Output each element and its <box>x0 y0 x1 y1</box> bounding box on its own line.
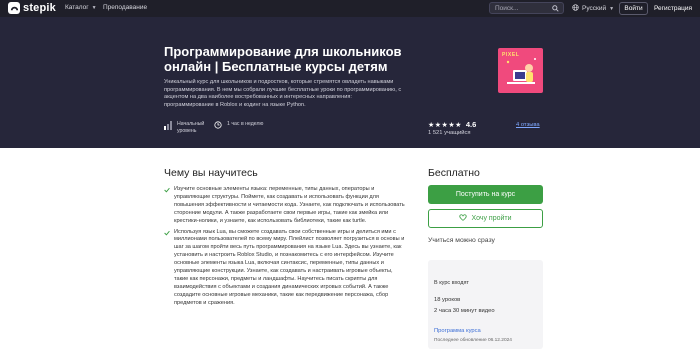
course-price: Бесплатно <box>428 167 480 179</box>
course-cover-image: PIXEL <box>498 48 543 93</box>
search-input[interactable]: Поиск... <box>489 2 564 14</box>
lessons-count: 18 уроков <box>434 297 461 303</box>
stepik-logo-icon <box>8 2 20 14</box>
globe-icon <box>572 4 579 13</box>
study-availability: Учиться можно сразу <box>428 237 495 244</box>
check-icon <box>164 230 170 240</box>
learn-item-text: Изучите основные элементы языка: перемен… <box>174 186 405 224</box>
register-button[interactable]: Регистрация <box>650 2 696 15</box>
login-button[interactable]: Войти <box>619 2 648 15</box>
course-includes-panel: В курс входят 18 уроков 2 часа 30 минут … <box>428 260 543 349</box>
course-rating: ★★★★★ 4.6 <box>428 120 476 129</box>
course-level-label: Начальный уровень <box>177 121 205 134</box>
language-selector[interactable]: Русский ▼ <box>572 4 614 13</box>
level-bars-icon <box>164 121 172 133</box>
enroll-button[interactable]: Поступить на курс <box>428 185 543 204</box>
learn-list: Изучите основные элементы языка: перемен… <box>164 186 408 311</box>
chevron-down-icon: ▼ <box>91 5 97 11</box>
learners-count: 1 521 учащийся <box>428 130 471 136</box>
chevron-down-icon: ▼ <box>609 5 615 12</box>
course-level: Начальный уровень <box>164 121 205 134</box>
check-icon <box>164 187 170 197</box>
reviews-link[interactable]: 4 отзыва <box>516 122 540 128</box>
course-hero: Программирование для школьников онлайн |… <box>0 17 700 148</box>
learn-item-text: Используя язык Lua, вы сможете создавать… <box>174 228 405 306</box>
course-program-link[interactable]: Программа курса <box>434 328 481 334</box>
video-duration: 2 часа 30 минут видео <box>434 308 495 314</box>
list-item: Используя язык Lua, вы сможете создавать… <box>164 229 408 308</box>
search-placeholder: Поиск... <box>495 4 519 12</box>
includes-title: В курс входят <box>434 280 469 286</box>
rating-value: 4.6 <box>465 120 477 129</box>
course-workload-label: 1 час в неделю <box>227 121 264 127</box>
course-title: Программирование для школьников онлайн |… <box>164 44 402 74</box>
course-description: Уникальный курс для школьников и подрост… <box>164 79 402 109</box>
course-workload: 1 час в неделю <box>214 121 263 132</box>
wishlist-label: Хочу пройти <box>471 215 512 222</box>
nav-teaching[interactable]: Преподавание <box>103 4 147 11</box>
stepik-logo[interactable]: stepik <box>8 2 56 14</box>
top-navigation-bar: stepik Каталог ▼ Преподавание Поиск... Ру… <box>0 0 700 17</box>
rating-stars-icon: ★★★★★ <box>428 121 462 129</box>
logo-text: stepik <box>23 2 56 14</box>
search-icon[interactable] <box>552 5 559 14</box>
learn-section-title: Чему вы научитесь <box>164 167 258 179</box>
language-label: Русский <box>582 5 607 12</box>
last-updated: Последнее обновление 06.12.2024 <box>434 338 512 343</box>
nav-catalog[interactable]: Каталог ▼ <box>65 4 97 11</box>
clock-icon <box>214 121 222 132</box>
nav-catalog-label: Каталог <box>65 4 89 11</box>
list-item: Изучите основные элементы языка: перемен… <box>164 186 408 226</box>
heart-icon <box>459 214 468 223</box>
wishlist-button[interactable]: Хочу пройти <box>428 209 543 228</box>
